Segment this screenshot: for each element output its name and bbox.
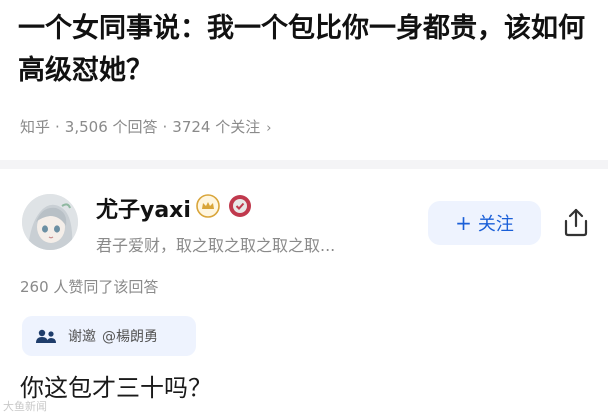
follower-count: 3724 个关注 [172, 118, 261, 136]
votes-count: 260 人赞同了该回答 [20, 278, 159, 296]
zhihu-answer-page: 一个女同事说：我一个包比你一身都贵，该如何高级怼她？ 知乎 · 3,506 个回答 ·… [0, 0, 608, 417]
crown-badge-icon[interactable] [196, 194, 220, 218]
invite-chip[interactable]: 谢邀 @楊朗勇 [22, 316, 196, 356]
source-label: 知乎 [20, 118, 51, 136]
people-icon [36, 329, 56, 343]
verified-icon [229, 195, 251, 217]
meta-separator: · [55, 118, 60, 136]
plus-icon: + [455, 211, 472, 235]
question-title[interactable]: 一个女同事说：我一个包比你一身都贵，该如何高级怼她？ [18, 8, 593, 92]
follow-label: 关注 [477, 214, 514, 235]
question-meta: 知乎 · 3,506 个回答 · 3724 个关注 › [20, 116, 271, 137]
verified-badge-icon[interactable] [228, 194, 252, 218]
section-divider [0, 160, 608, 169]
answer-body: 你这包才三十吗？ [20, 374, 212, 402]
follow-button[interactable]: + 关注 [428, 201, 541, 245]
author-name[interactable]: 尤子yaxi [96, 192, 191, 224]
invite-label: 谢邀 [68, 329, 96, 345]
invite-user-link[interactable]: @楊朗勇 [102, 326, 158, 346]
crown-icon [196, 194, 220, 218]
watermark: 大鱼新闻 [3, 400, 47, 413]
author-bio: 君子爱财，取之取之取之取之取... [96, 236, 336, 255]
chevron-right-icon[interactable]: › [266, 121, 271, 136]
share-icon[interactable] [561, 206, 591, 238]
answer-count: 3,506 个回答 [64, 118, 158, 136]
avatar[interactable] [22, 194, 78, 250]
share-arrow-icon [564, 208, 588, 237]
avatar-anime-girl-icon [22, 194, 78, 250]
meta-separator: · [162, 118, 168, 136]
